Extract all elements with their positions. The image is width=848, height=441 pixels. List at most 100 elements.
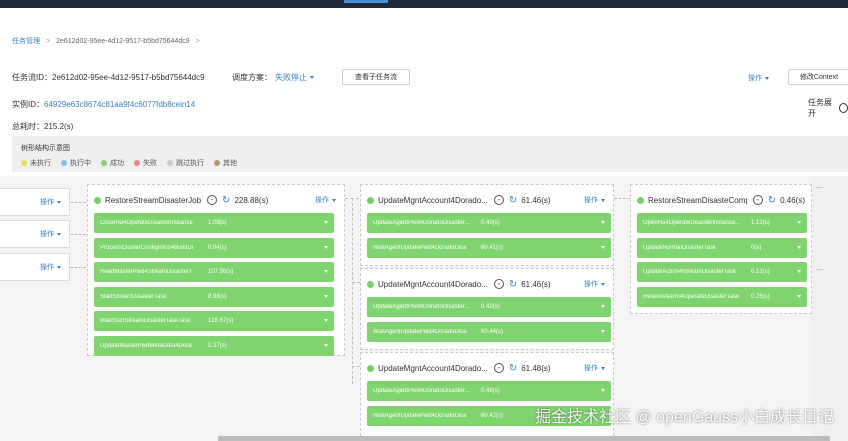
job-ops-dropdown[interactable]: 操作 bbox=[40, 229, 61, 239]
task-item[interactable]: WaitAgentUpdatePwd4DoradoDisa 60.44(s) bbox=[367, 322, 611, 342]
job-ops-dropdown[interactable]: 操作 bbox=[584, 195, 605, 205]
collapse-icon[interactable]: - bbox=[493, 363, 504, 373]
refresh-icon[interactable]: ↻ bbox=[509, 279, 517, 290]
tree-connector bbox=[70, 267, 86, 268]
task-item[interactable]: UpdateAgentPwd4DoradoDisaster... 0.40(s) bbox=[367, 213, 611, 233]
horizontal-scrollbar[interactable] bbox=[218, 436, 830, 441]
task-item[interactable]: StartStreamDisasterTask 8.98(s) bbox=[94, 286, 334, 307]
task-menu-icon[interactable] bbox=[324, 319, 328, 322]
header-ops-label: 操作 bbox=[748, 75, 762, 82]
task-menu-icon[interactable] bbox=[324, 294, 328, 298]
refresh-icon[interactable]: ↻ bbox=[768, 195, 776, 206]
task-item[interactable]: OpenHa4OperateDisasterInstance... 1.12(s) bbox=[637, 213, 807, 233]
task-item[interactable]: UpdateAgentPwd4DoradoDisaster... 0.48(s) bbox=[367, 381, 611, 401]
job-name: RestoreStreamDisasterJob bbox=[105, 195, 202, 205]
task-menu-icon[interactable] bbox=[324, 245, 328, 249]
task-duration: 0.25(s) bbox=[751, 293, 770, 300]
task-expand-toggle[interactable]: 任务展开 bbox=[808, 97, 848, 119]
collapse-icon[interactable]: - bbox=[752, 195, 763, 205]
job-card: RestoreStreamDisasterJob - ↻ 228.88(s) 操作 Clo… bbox=[87, 184, 345, 356]
task-name: WaitAgentUpdatePwd4DoradoDisa bbox=[373, 413, 467, 419]
side-scroll-region[interactable]: — — bbox=[812, 176, 848, 441]
breadcrumb-root-link[interactable]: 任务管理 bbox=[12, 36, 40, 46]
collapse-icon[interactable]: - bbox=[493, 279, 504, 289]
task-duration: 60.44(s) bbox=[481, 329, 504, 335]
task-menu-icon[interactable] bbox=[601, 389, 605, 392]
task-item[interactable]: ProcessClusterConfiginfos4BuildDi 0.04(s) bbox=[94, 237, 334, 258]
breadcrumb-separator: > bbox=[46, 37, 51, 45]
job-ops-dropdown[interactable]: 操作 bbox=[584, 363, 605, 373]
task-menu-icon[interactable] bbox=[797, 294, 801, 298]
task-menu-icon[interactable] bbox=[797, 270, 801, 273]
breadcrumb: 任务管理 > 2e612d02-95ee-4d12-9517-b5bd75644… bbox=[12, 36, 200, 46]
task-menu-icon[interactable] bbox=[601, 221, 605, 224]
task-item[interactable]: UpdateNormalDisasterTask 0(s) bbox=[637, 237, 807, 258]
legend-dot-icon bbox=[167, 160, 173, 166]
task-menu-icon[interactable] bbox=[797, 245, 801, 249]
legend-item: 成功 bbox=[101, 158, 124, 168]
task-name: RestoreAlarm4OperateDisasterTask bbox=[643, 293, 740, 300]
job-ops-dropdown[interactable]: 操作 bbox=[40, 262, 61, 272]
legend-item: 跳过执行 bbox=[167, 158, 204, 168]
collapse-icon[interactable]: - bbox=[207, 195, 218, 205]
task-item[interactable]: CloseHa4OperateDisasterInstance 1.09(s) bbox=[94, 213, 334, 233]
chevron-down-icon bbox=[57, 232, 61, 236]
task-item[interactable]: UpdateMasterPwdMetaData4Dora 0.37(s) bbox=[94, 335, 334, 356]
instance-id-link[interactable]: 64929e63c8674c81aa9f4c6077fdb8cein14 bbox=[44, 100, 195, 109]
task-item[interactable]: UpdateAction4StreamDisasterTask 0.13(s) bbox=[637, 262, 807, 282]
task-tree-canvas[interactable]: 操作 操作 操作 RestoreStreamDisasterJob - ↻ 228.8… bbox=[0, 176, 848, 441]
task-menu-icon[interactable] bbox=[324, 270, 328, 273]
task-menu-icon[interactable] bbox=[601, 330, 605, 333]
legend-label: 成功 bbox=[110, 160, 124, 167]
collapse-icon[interactable]: - bbox=[493, 195, 504, 205]
flow-id-value: 2e612d02-95ee-4d12-9517-b5bd75644dc9 bbox=[52, 73, 205, 82]
legend-label: 执行中 bbox=[70, 160, 91, 167]
job-ops-label: 操作 bbox=[40, 199, 54, 206]
job-header: RestoreStreamDisasteComp... - ↻ 0.46(s) bbox=[637, 193, 805, 207]
top-nav-active-indicator bbox=[344, 0, 388, 3]
tree-connector bbox=[352, 366, 360, 367]
side-strip-marker: — bbox=[816, 266, 823, 273]
job-duration: 61.48(s) bbox=[521, 363, 551, 373]
legend-items: 未执行 执行中 成功 失败 跳过执行 其他 bbox=[21, 158, 237, 168]
tree-connector bbox=[352, 198, 353, 384]
task-name: UpdateAgentPwd4DoradoDisaster... bbox=[373, 220, 470, 226]
legend-label: 未执行 bbox=[30, 160, 51, 167]
elapsed-time: 总耗时：215.2(s) bbox=[12, 122, 74, 131]
tree-connector bbox=[614, 198, 630, 199]
job-ops-dropdown[interactable]: 操作 bbox=[584, 279, 605, 289]
job-card: UpdateMgntAccount4Dorado... - ↻ 61.46(s) 操作 U… bbox=[360, 184, 614, 266]
schedule-value: 失败停止 bbox=[275, 73, 307, 82]
task-menu-icon[interactable] bbox=[601, 305, 605, 308]
refresh-icon[interactable]: ↻ bbox=[509, 363, 517, 374]
job-ops-label: 操作 bbox=[40, 264, 54, 271]
modify-context-button[interactable]: 修改Context bbox=[788, 69, 848, 85]
legend-panel: 树形结构示意图 未执行 执行中 成功 失败 跳过执行 其他 bbox=[12, 136, 848, 172]
flow-id-label: 任务流ID： bbox=[12, 73, 52, 82]
refresh-icon[interactable]: ↻ bbox=[222, 195, 230, 206]
breadcrumb-separator: > bbox=[195, 37, 200, 45]
job-ops-dropdown[interactable]: 操作 bbox=[40, 197, 61, 207]
task-item[interactable]: RestoreAlarm4OperateDisasterTask 0.25(s) bbox=[637, 286, 807, 307]
chevron-down-icon bbox=[601, 282, 605, 286]
task-duration: 60.41(s) bbox=[481, 245, 504, 251]
task-item[interactable]: UpdateAgentPwd4DoradoDisaster... 0.42(s) bbox=[367, 297, 611, 317]
job-ops-dropdown[interactable]: 操作 bbox=[315, 195, 336, 205]
job-header: UpdateMgntAccount4Dorado... - ↻ 61.46(s) 操作 bbox=[367, 193, 607, 207]
schedule-dropdown[interactable]: 失败停止 bbox=[275, 72, 314, 83]
job-name: UpdateMgntAccount4Dorado... bbox=[378, 195, 488, 205]
toggle-switch[interactable] bbox=[839, 103, 848, 113]
legend-title: 树形结构示意图 bbox=[21, 145, 70, 152]
job-card: UpdateMgntAccount4Dorado... - ↻ 61.46(s) 操作 U… bbox=[360, 268, 614, 350]
task-menu-icon[interactable] bbox=[797, 221, 801, 224]
task-item[interactable]: ReadMasterPwd4StreamDisasterT 107.56(s) bbox=[94, 262, 334, 282]
task-item[interactable]: WaitAgentUpdatePwd4DoradoDisa 60.41(s) bbox=[367, 238, 611, 258]
task-menu-icon[interactable] bbox=[324, 221, 328, 224]
task-menu-icon[interactable] bbox=[324, 343, 328, 347]
job-ops-label: 操作 bbox=[40, 231, 54, 238]
refresh-icon[interactable]: ↻ bbox=[509, 195, 517, 206]
header-ops-dropdown[interactable]: 操作 bbox=[748, 73, 769, 83]
view-subflow-button[interactable]: 查看子任务流 bbox=[342, 69, 410, 85]
task-menu-icon[interactable] bbox=[601, 246, 605, 249]
task-item[interactable]: WaitStartStreamDisasterTaskTask 128.67(s) bbox=[94, 311, 334, 331]
